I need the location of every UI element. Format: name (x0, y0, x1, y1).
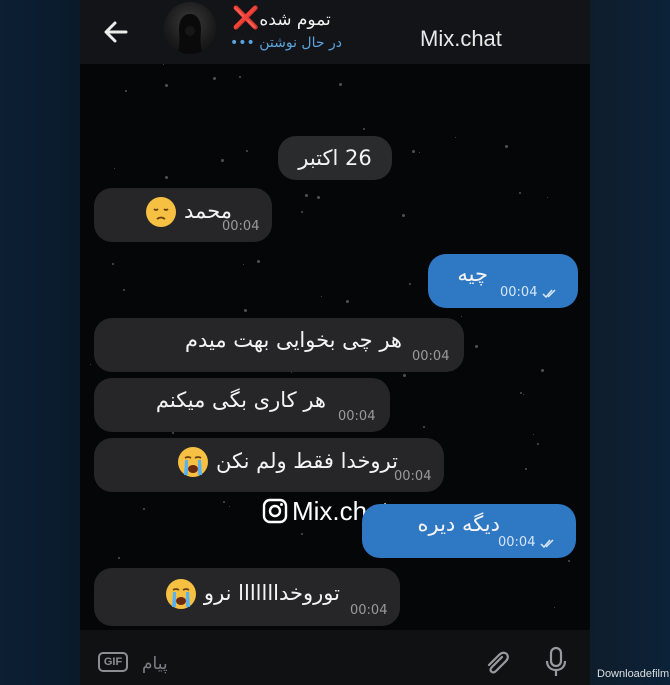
star-dot (520, 392, 522, 394)
message-time: 00:04 (498, 535, 536, 550)
message-text: چیه (457, 262, 488, 286)
message-bubble-incoming[interactable]: هر کاری بگی میکنم 00:04 (94, 378, 390, 432)
message-text: توروخدااااااا نرو (163, 578, 340, 610)
star-dot (533, 434, 534, 435)
star-dot (239, 76, 241, 78)
star-dot (346, 300, 349, 303)
message-bubble-incoming[interactable]: محمد 00:04 (94, 188, 272, 242)
x-mark-emoji: ❌ (232, 6, 260, 31)
star-dot (419, 152, 420, 153)
message-bubble-incoming[interactable]: تروخدا فقط ولم نکن 00:04 (94, 438, 444, 492)
star-dot (112, 263, 114, 265)
date-separator: 26 اکتبر (278, 136, 392, 180)
message-bubble-outgoing[interactable]: دیگه دیره 00:04 (362, 504, 576, 558)
message-time: 00:04 (500, 285, 538, 300)
star-dot (244, 309, 247, 312)
message-text: هر کاری بگی میکنم (155, 388, 326, 412)
star-dot (402, 214, 405, 217)
message-text: محمد (143, 196, 232, 228)
star-dot (519, 192, 521, 194)
star-dot (339, 83, 342, 86)
star-dot (291, 372, 292, 373)
header-watermark: Mix.chat (420, 26, 502, 51)
star-dot (114, 168, 115, 169)
star-dot (554, 607, 555, 608)
star-dot (409, 283, 411, 285)
pensive-face-emoji (146, 197, 177, 227)
microphone-icon[interactable] (542, 646, 570, 678)
star-dot (118, 557, 120, 559)
message-text: تروخدا فقط ولم نکن (175, 446, 398, 478)
message-composer: GIF (80, 630, 590, 685)
message-text: هر چی بخوایی بهت میدم (184, 328, 402, 352)
message-time: 00:04 (412, 349, 450, 364)
typing-status: در حال نوشتن ••• (230, 35, 360, 51)
star-dot (143, 508, 145, 510)
star-dot (213, 77, 216, 80)
message-input[interactable] (140, 650, 484, 678)
crying-face-emoji (178, 447, 209, 477)
star-dot (475, 345, 478, 348)
star-dot (317, 196, 320, 199)
star-dot (123, 289, 125, 291)
star-dot (537, 443, 539, 445)
star-dot (403, 374, 406, 377)
star-dot (412, 150, 415, 153)
message-list[interactable]: 26 اکتبر محمد 00:04 چیه 00:04 هر چی بخوا… (80, 64, 590, 630)
message-time: 00:04 (222, 219, 260, 234)
star-dot (301, 211, 303, 213)
star-dot (163, 64, 164, 65)
star-dot (523, 394, 524, 395)
star-dot (505, 145, 508, 148)
star-dot (223, 501, 225, 503)
star-dot (547, 197, 548, 198)
double-check-icon (540, 539, 554, 548)
star-dot (172, 432, 174, 434)
message-time: 00:04 (394, 469, 432, 484)
typing-dots-icon: ••• (230, 35, 255, 51)
star-dot (321, 296, 322, 297)
gif-button[interactable]: GIF (98, 652, 128, 672)
message-time: 00:04 (338, 409, 376, 424)
avatar[interactable] (164, 2, 216, 54)
paperclip-icon[interactable] (482, 648, 512, 678)
hooded-figure-icon (177, 14, 203, 54)
crying-face-emoji (166, 579, 197, 609)
star-dot (221, 159, 224, 162)
star-dot (257, 260, 260, 263)
message-text-content: تروخدا فقط ولم نکن (216, 449, 398, 473)
screen: تموم شده❌ در حال نوشتن ••• Mix.chat 26 ا… (0, 0, 670, 685)
contact-name: تموم شده❌ (232, 6, 362, 31)
star-dot (243, 264, 244, 265)
star-dot (90, 364, 91, 365)
star-dot (301, 533, 303, 535)
star-dot (461, 316, 462, 317)
message-bubble-incoming[interactable]: هر چی بخوایی بهت میدم 00:04 (94, 318, 464, 372)
typing-status-text: در حال نوشتن (259, 35, 342, 51)
message-text: دیگه دیره (417, 512, 500, 536)
star-dot (568, 560, 570, 562)
message-bubble-outgoing[interactable]: چیه 00:04 (428, 254, 578, 308)
contact-name-text: تموم شده (259, 10, 331, 30)
star-dot (455, 137, 456, 138)
chat-header: تموم شده❌ در حال نوشتن ••• Mix.chat (80, 0, 590, 64)
back-arrow-icon[interactable] (98, 14, 134, 50)
star-dot (525, 468, 527, 470)
star-dot (305, 194, 308, 197)
instagram-icon (262, 498, 288, 524)
star-dot (541, 369, 544, 372)
double-check-icon (542, 289, 556, 298)
star-dot (125, 90, 127, 92)
message-bubble-incoming[interactable]: توروخدااااااا نرو 00:04 (94, 568, 400, 626)
star-dot (363, 128, 365, 130)
star-dot (165, 176, 168, 179)
star-dot (423, 426, 425, 428)
star-dot (165, 84, 168, 87)
chat-window: تموم شده❌ در حال نوشتن ••• Mix.chat 26 ا… (80, 0, 590, 685)
site-watermark: Downloadefilm.ir (597, 668, 670, 680)
star-dot (246, 150, 248, 152)
message-time: 00:04 (350, 603, 388, 618)
star-dot (229, 506, 230, 507)
message-text-content: توروخدااااااا نرو (203, 581, 340, 605)
